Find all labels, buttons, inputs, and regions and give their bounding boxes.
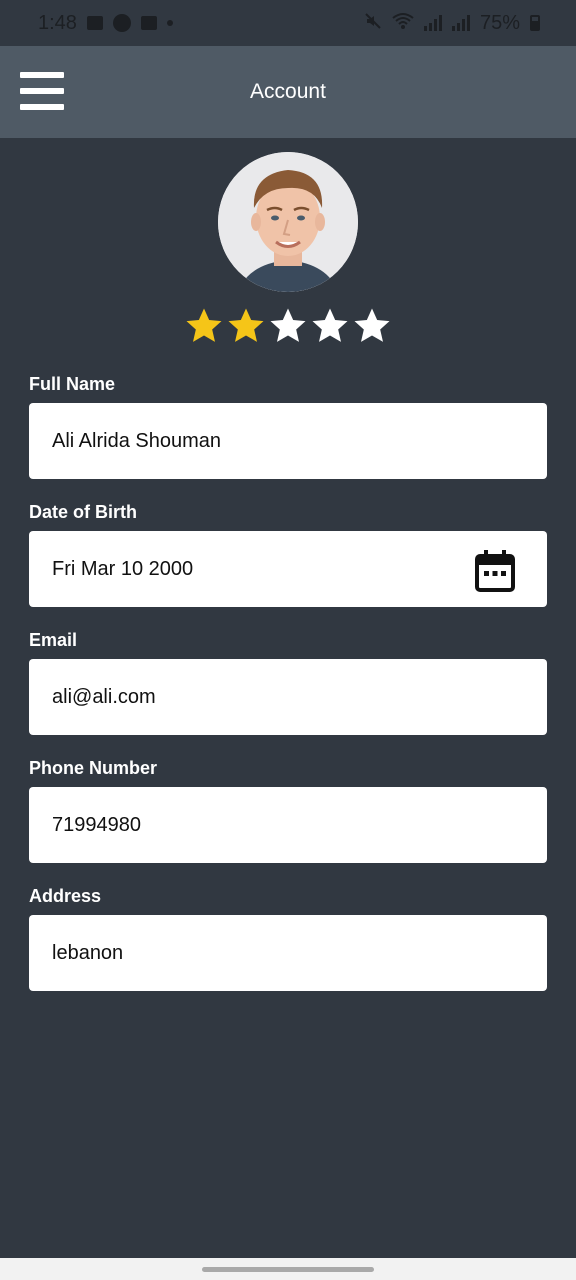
avatar[interactable] bbox=[218, 152, 358, 292]
address-label: Address bbox=[29, 886, 102, 906]
star-empty-icon[interactable] bbox=[310, 306, 350, 346]
home-indicator[interactable] bbox=[202, 1267, 374, 1272]
email-field[interactable]: ali@ali.com bbox=[29, 659, 547, 735]
a-icon bbox=[112, 14, 131, 32]
system-nav-bar bbox=[0, 1258, 576, 1280]
signal-icon-2 bbox=[451, 15, 470, 31]
status-bar: 1:48 75% bbox=[0, 0, 576, 46]
star-filled-icon[interactable] bbox=[184, 306, 224, 346]
star-rating[interactable] bbox=[184, 306, 392, 346]
page-title: Account bbox=[250, 80, 326, 103]
dot-icon bbox=[166, 20, 173, 26]
star-filled-icon[interactable] bbox=[226, 306, 266, 346]
app-header: Account bbox=[0, 46, 576, 138]
battery-icon bbox=[530, 15, 540, 31]
status-right: 75% bbox=[364, 12, 540, 35]
date-of-birth-field[interactable]: Fri Mar 10 2000 bbox=[29, 531, 547, 607]
gallery-icon bbox=[86, 16, 103, 30]
wifi-icon bbox=[392, 12, 414, 35]
status-time: 1:48 bbox=[38, 11, 77, 34]
phone-label: Phone Number bbox=[29, 758, 158, 778]
star-empty-icon[interactable] bbox=[268, 306, 308, 346]
hamburger-menu-icon[interactable] bbox=[20, 72, 64, 110]
address-field[interactable]: lebanon bbox=[29, 915, 547, 991]
phone-field[interactable]: 71994980 bbox=[29, 787, 547, 863]
battery-percent: 75% bbox=[479, 11, 520, 34]
profile-photo bbox=[218, 152, 358, 292]
status-left: 1:48 bbox=[38, 12, 173, 35]
date-of-birth-value: Fri Mar 10 2000 bbox=[52, 557, 194, 580]
calendar-icon[interactable] bbox=[475, 550, 515, 592]
date-of-birth-label: Date of Birth bbox=[29, 502, 137, 522]
email-label: Email bbox=[29, 630, 78, 650]
full-name-field[interactable]: Ali Alrida Shouman bbox=[29, 403, 547, 479]
signal-icon bbox=[423, 15, 442, 31]
star-empty-icon[interactable] bbox=[352, 306, 392, 346]
mute-icon bbox=[364, 12, 382, 35]
clipboard-icon bbox=[140, 16, 157, 30]
full-name-label: Full Name bbox=[29, 374, 116, 394]
